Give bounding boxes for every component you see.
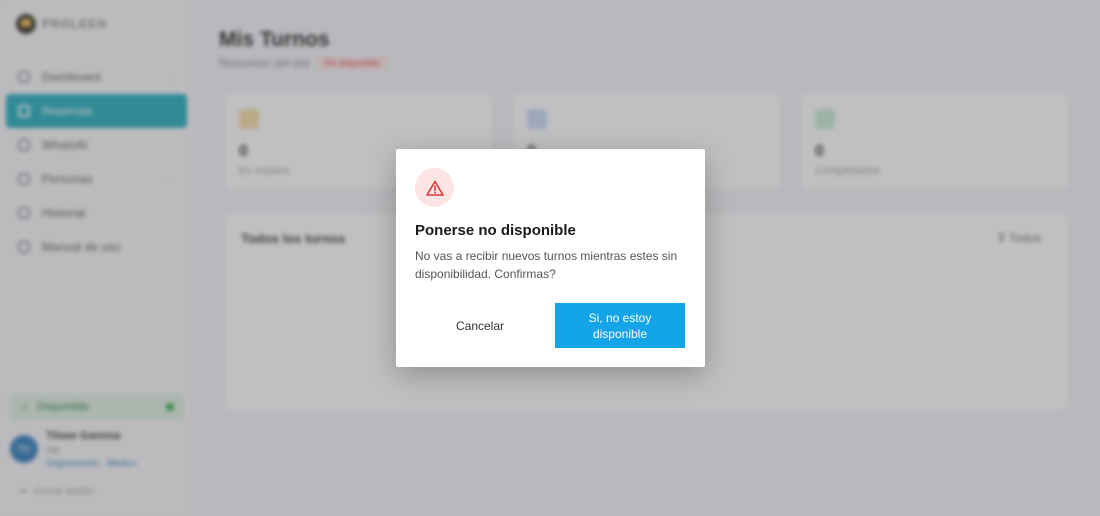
dialog-message: No vas a recibir nuevos turnos mientras … [415,249,678,281]
warning-icon-circle [415,168,454,207]
warning-triangle-icon [425,180,444,196]
cancel-button[interactable]: Cancelar [415,303,545,348]
confirm-dialog: Ponerse no disponible No vas a recibir n… [396,149,705,367]
confirm-unavailable-button[interactable]: Si, no estoy disponible [555,303,685,348]
dialog-title: Ponerse no disponible [415,222,576,239]
